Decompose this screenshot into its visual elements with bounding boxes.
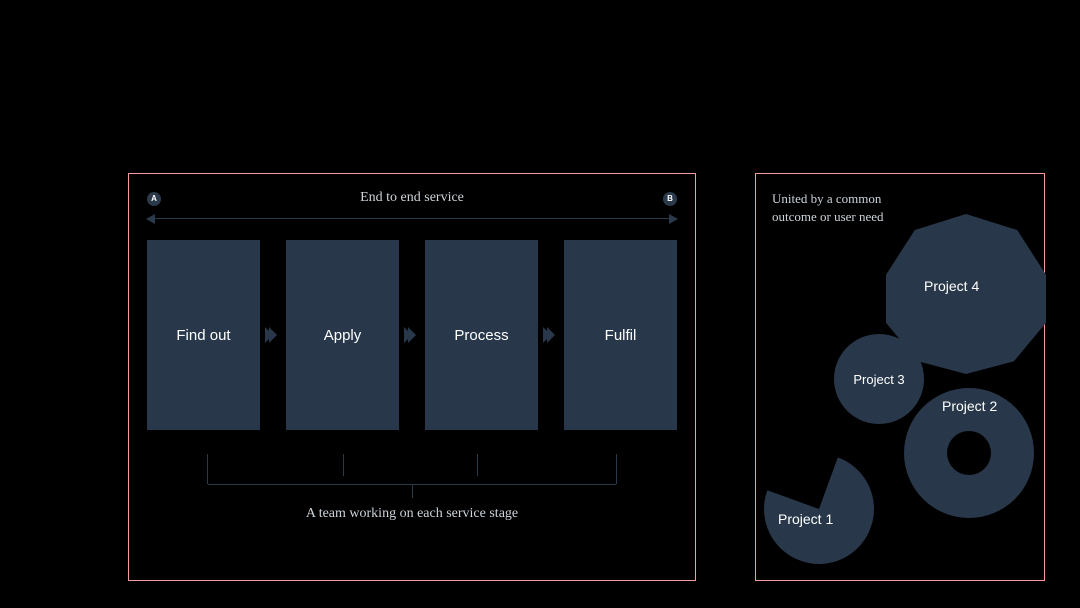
project-1-shape — [749, 439, 890, 580]
diagram-canvas: A B End to end service Find out Apply Pr… — [0, 0, 1080, 608]
stage-apply: Apply — [286, 240, 399, 430]
stage-fulfil: Fulfil — [564, 240, 677, 430]
team-brace-icon — [207, 454, 617, 484]
project-1-label: Project 1 — [778, 512, 833, 526]
team-caption: A team working on each service stage — [129, 506, 695, 522]
project-2-label: Project 2 — [942, 399, 997, 413]
panel-end-to-end-service: A B End to end service Find out Apply Pr… — [128, 173, 696, 581]
project-4-label: Project 4 — [924, 279, 979, 293]
double-arrow-icon — [147, 218, 677, 219]
end-to-end-header: A B End to end service — [147, 192, 677, 206]
chevron-right-icon — [538, 240, 564, 430]
stage-find-out: Find out — [147, 240, 260, 430]
panel-common-outcome: United by a common outcome or user need … — [755, 173, 1045, 581]
common-outcome-caption: United by a common outcome or user need — [772, 190, 902, 225]
chevron-right-icon — [260, 240, 286, 430]
chevron-right-icon — [399, 240, 425, 430]
service-stages: Find out Apply Process Fulfil — [147, 240, 677, 430]
end-to-end-label: End to end service — [147, 190, 677, 206]
stage-process: Process — [425, 240, 538, 430]
project-3-shape: Project 3 — [834, 334, 924, 424]
